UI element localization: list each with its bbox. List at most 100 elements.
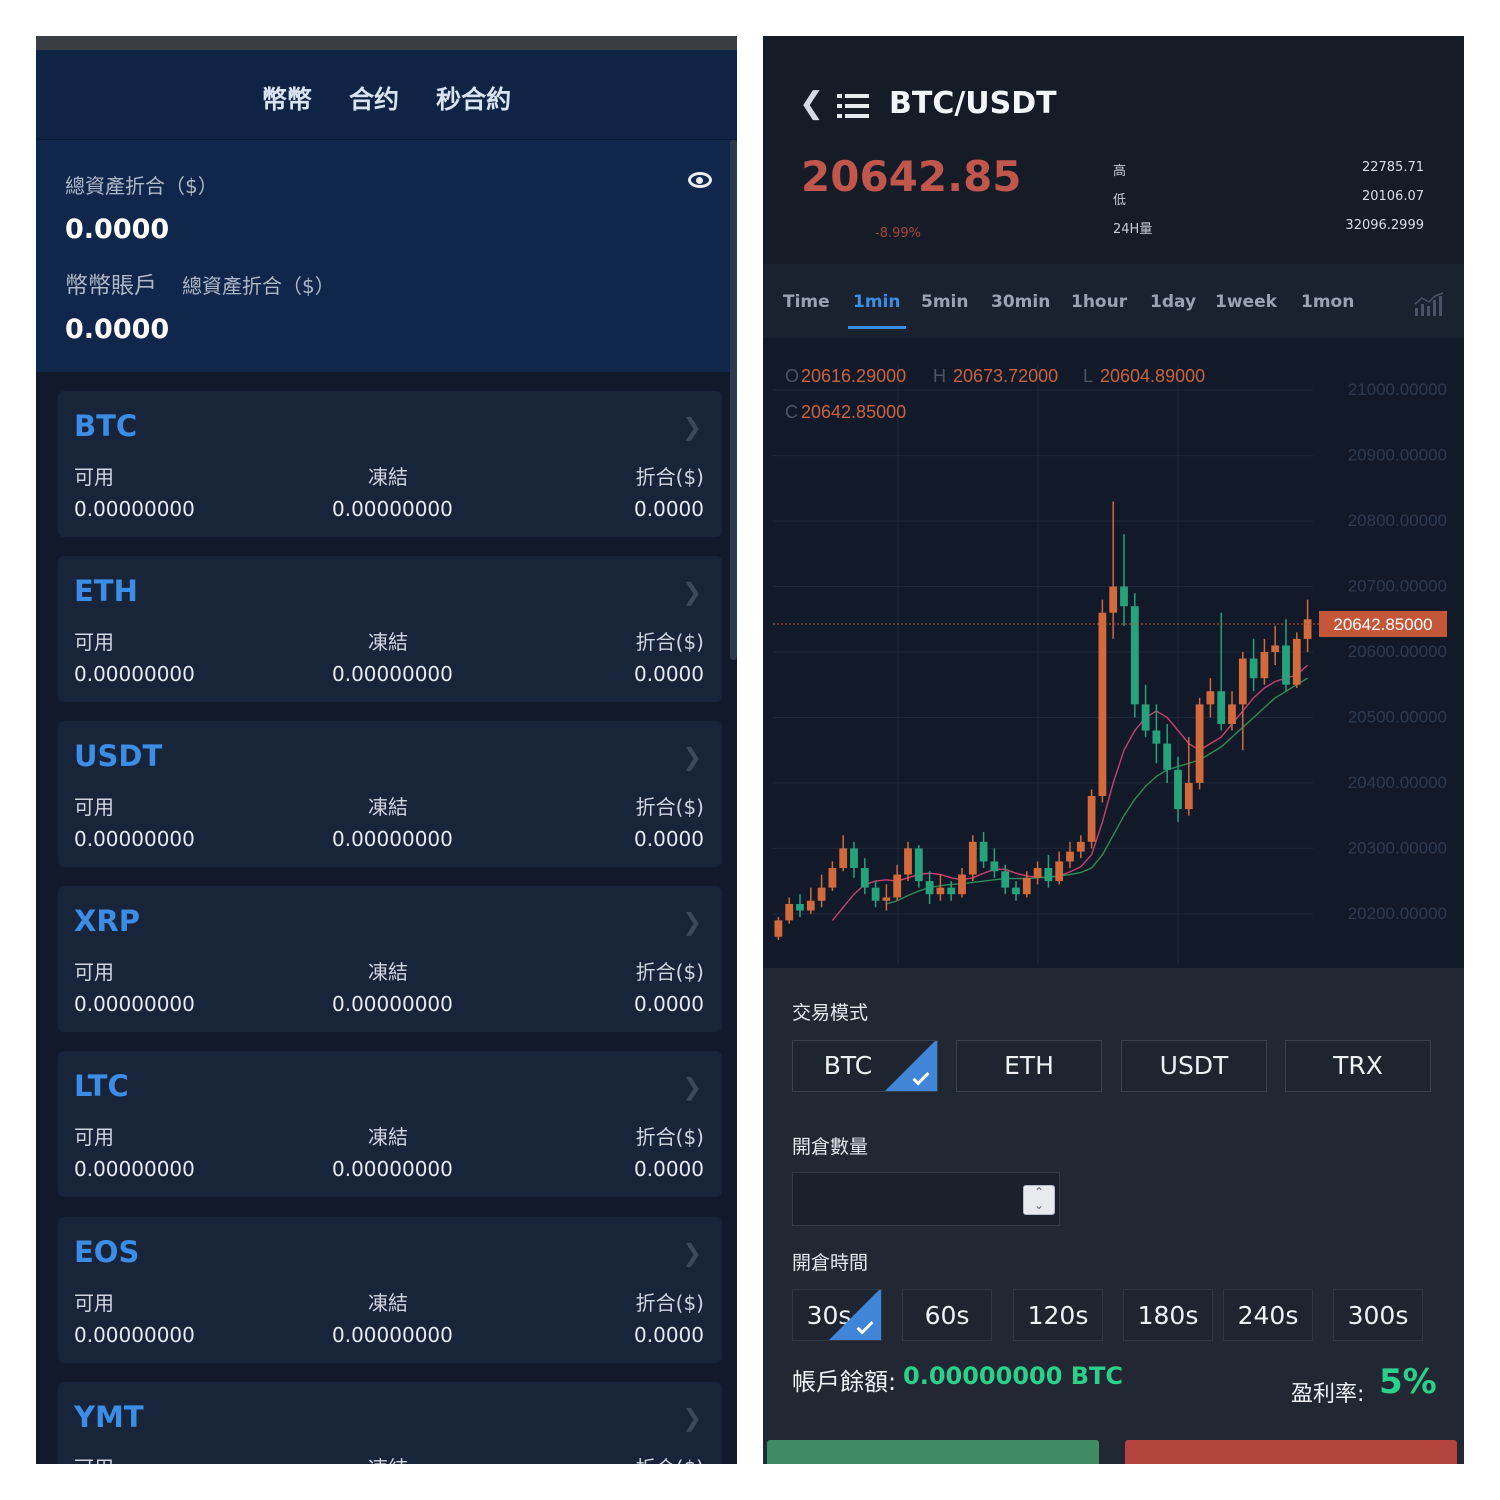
frozen-value: 0.00000000 <box>332 992 453 1016</box>
volume-label: 24H量 <box>1113 222 1153 237</box>
tf-30min[interactable]: 30min <box>991 292 1050 312</box>
time-30s-button[interactable]: 30s <box>792 1289 882 1341</box>
buy-down-button[interactable] <box>1125 1440 1457 1464</box>
menu-icon[interactable] <box>837 94 869 118</box>
candle-body <box>828 868 837 888</box>
time-label-text: 60s <box>924 1301 970 1330</box>
frozen-label: 凍結 <box>368 1291 408 1315</box>
asset-card-eth[interactable]: ETH ❯ 可用 凍結 折合($) 0.00000000 0.00000000 0.0000 <box>58 556 722 702</box>
candle-body <box>1109 586 1118 613</box>
eye-icon[interactable] <box>688 172 712 188</box>
tf-1week[interactable]: 1week <box>1215 292 1277 312</box>
asset-card-eos[interactable]: EOS ❯ 可用 凍結 折合($) 0.00000000 0.00000000 0.0000 <box>58 1217 722 1363</box>
candle-body <box>1066 851 1074 862</box>
candle-body <box>1055 861 1064 882</box>
candle-body <box>1195 704 1204 783</box>
asset-card-btc[interactable]: BTC ❯ 可用 凍結 折合($) 0.00000000 0.00000000 0.0000 <box>58 391 722 537</box>
mode-label: TRX <box>1333 1051 1383 1080</box>
mode-label: BTC <box>823 1051 873 1080</box>
candle-body <box>871 887 880 901</box>
selected-corner <box>829 1290 881 1340</box>
time-label-text: 300s <box>1347 1301 1409 1330</box>
tf-time[interactable]: Time <box>783 292 830 312</box>
ohlc-c-label: C <box>785 402 798 422</box>
asset-card-ymt[interactable]: YMT ❯ 可用 凍結 折合($) <box>58 1382 722 1464</box>
candle-body <box>979 841 988 862</box>
time-120s-button[interactable]: 120s <box>1013 1289 1103 1341</box>
available-label: 可用 <box>74 630 114 654</box>
tf-5min[interactable]: 5min <box>921 292 968 312</box>
tab-spot[interactable]: 幣幣 <box>262 80 312 116</box>
tab-contract[interactable]: 合约 <box>349 80 399 116</box>
frozen-value: 0.00000000 <box>332 1323 453 1347</box>
chevron-right-icon: ❯ <box>682 413 703 441</box>
mode-trx-button[interactable]: TRX <box>1285 1040 1431 1092</box>
buy-up-button[interactable] <box>767 1440 1099 1464</box>
asset-card-usdt[interactable]: USDT ❯ 可用 凍結 折合($) 0.00000000 0.00000000 0.0000 <box>58 721 722 867</box>
asset-card-xrp[interactable]: XRP ❯ 可用 凍結 折合($) 0.00000000 0.00000000 0.0000 <box>58 886 722 1032</box>
back-icon[interactable]: ❮ <box>799 86 824 121</box>
tf-1hour[interactable]: 1hour <box>1071 292 1127 312</box>
time-label-text: 240s <box>1237 1301 1299 1330</box>
candle-body <box>774 920 783 937</box>
mode-usdt-button[interactable]: USDT <box>1121 1040 1267 1092</box>
scrollbar[interactable] <box>730 140 737 660</box>
frozen-label: 凍結 <box>368 1125 408 1149</box>
mode-eth-button[interactable]: ETH <box>956 1040 1102 1092</box>
candle-body <box>1022 877 1031 895</box>
candle-body <box>882 897 891 901</box>
available-value: 0.00000000 <box>74 497 195 521</box>
converted-value: 0.0000 <box>634 827 704 851</box>
y-tick-label: 20900.00000 <box>1348 446 1447 465</box>
candle-body <box>1001 871 1010 888</box>
converted-label: 折合($) <box>636 1452 704 1464</box>
coin-name: LTC <box>74 1069 129 1103</box>
tf-1min[interactable]: 1min <box>853 292 900 312</box>
frozen-label: 凍結 <box>368 960 408 984</box>
candle-body <box>1303 619 1312 639</box>
available-value: 0.00000000 <box>74 992 195 1016</box>
available-label: 可用 <box>74 1452 114 1464</box>
available-label: 可用 <box>74 960 114 984</box>
assets-panel: 幣幣 合约 秒合約 總資產折合（$） 0.0000 幣幣賬戶 總資產折合（$） … <box>36 36 737 1464</box>
converted-label: 折合($) <box>635 630 704 654</box>
candle-body <box>1174 769 1182 810</box>
candle-body <box>958 874 966 895</box>
time-300s-button[interactable]: 300s <box>1333 1289 1423 1341</box>
frozen-label: 凍結 <box>368 630 408 654</box>
indicator-icon[interactable] <box>1413 292 1447 318</box>
tab-second-contract[interactable]: 秒合約 <box>436 80 511 116</box>
available-label: 可用 <box>74 795 114 819</box>
low-value: 20106.07 <box>1361 189 1424 204</box>
candle-body <box>990 861 999 872</box>
chevron-right-icon: ❯ <box>682 743 703 771</box>
candle-body <box>839 848 848 868</box>
mode-btc-button[interactable]: BTC <box>792 1040 938 1092</box>
y-tick-label: 20600.00000 <box>1348 642 1447 661</box>
selected-corner <box>885 1041 937 1091</box>
spot-account-label: 幣幣賬戶 <box>65 273 157 299</box>
high-label: 高 <box>1113 164 1127 179</box>
candle-body <box>1206 691 1215 705</box>
qty-stepper[interactable]: ⌃ ⌄ <box>1023 1185 1055 1215</box>
candle-body <box>968 841 977 875</box>
tf-1day[interactable]: 1day <box>1150 292 1196 312</box>
available-label: 可用 <box>74 1125 114 1149</box>
coin-name: YMT <box>74 1400 144 1434</box>
frozen-value: 0.00000000 <box>332 827 453 851</box>
y-tick-label: 20400.00000 <box>1348 773 1447 792</box>
time-240s-button[interactable]: 240s <box>1223 1289 1313 1341</box>
trade-mode-label: 交易模式 <box>792 1002 869 1024</box>
asset-card-ltc[interactable]: LTC ❯ 可用 凍結 折合($) 0.00000000 0.00000000 0.0000 <box>58 1051 722 1197</box>
kline-chart[interactable]: 21000.00000 20900.00000 20800.00000 20700.0… <box>763 338 1464 968</box>
time-60s-button[interactable]: 60s <box>902 1289 992 1341</box>
candle-body <box>1141 704 1150 731</box>
candle-body <box>925 881 934 895</box>
time-180s-button[interactable]: 180s <box>1123 1289 1213 1341</box>
converted-value: 0.0000 <box>634 992 704 1016</box>
converted-value: 0.0000 <box>634 1157 704 1181</box>
ohlc-c: 20642.85000 <box>801 402 906 422</box>
qty-input[interactable]: ⌃ ⌄ <box>792 1172 1060 1226</box>
tf-1mon[interactable]: 1mon <box>1301 292 1354 312</box>
ohlc-l-label: L <box>1083 366 1093 386</box>
